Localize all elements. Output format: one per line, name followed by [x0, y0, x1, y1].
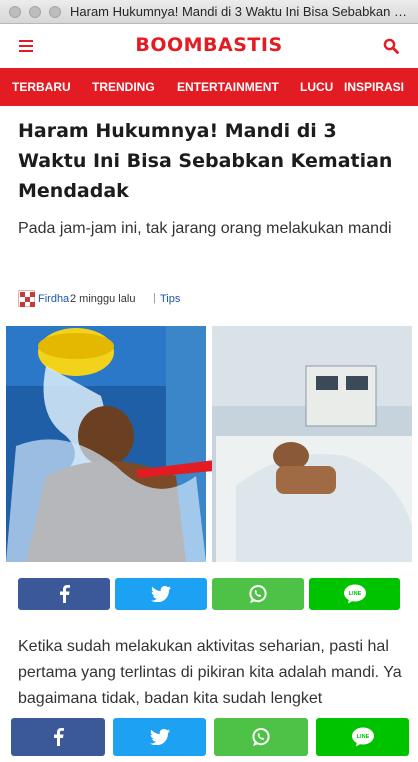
publish-time: 2 minggu lalu	[70, 293, 136, 305]
window-title: Haram Hukumnya! Mandi di 3 Waktu Ini Bis…	[70, 4, 415, 19]
nav-item-entertainment[interactable]: ENTERTAINMENT	[177, 80, 279, 94]
author-avatar[interactable]	[18, 290, 35, 307]
window-titlebar: Haram Hukumnya! Mandi di 3 Waktu Ini Bis…	[0, 0, 418, 24]
whatsapp-icon	[252, 728, 270, 746]
line-icon: LINE	[343, 584, 366, 604]
nav-item-terbaru[interactable]: TERBARU	[12, 80, 71, 94]
site-header: BOOMBASTIS	[0, 24, 418, 68]
search-icon[interactable]	[383, 38, 399, 54]
article-hero-image	[6, 326, 412, 562]
share-twitter-button[interactable]	[115, 578, 207, 610]
share-line-button[interactable]: LINE	[309, 578, 400, 610]
author-link[interactable]: Firdha	[38, 293, 69, 305]
article-title: Haram Hukumnya! Mandi di 3 Waktu Ini Bis…	[18, 120, 393, 202]
meta-separator: |	[153, 292, 156, 304]
sticky-share-line-button[interactable]: LINE	[316, 718, 409, 756]
sticky-share-twitter-button[interactable]	[113, 718, 206, 756]
share-whatsapp-button[interactable]	[212, 578, 304, 610]
site-logo[interactable]: BOOMBASTIS	[0, 34, 418, 56]
sticky-share-facebook-button[interactable]	[11, 718, 105, 756]
zoom-window-button[interactable]	[49, 6, 61, 18]
twitter-icon	[149, 729, 170, 745]
sticky-share-whatsapp-button[interactable]	[214, 718, 308, 756]
nav-item-inspirasi[interactable]: INSPIRASI	[344, 80, 404, 94]
category-nav: TERBARU TRENDING ENTERTAINMENT LUCU INSP…	[0, 68, 418, 106]
close-window-button[interactable]	[9, 6, 21, 18]
facebook-icon	[60, 585, 70, 603]
share-facebook-button[interactable]	[18, 578, 110, 610]
svg-text:LINE: LINE	[356, 734, 369, 740]
nav-item-trending[interactable]: TRENDING	[92, 80, 155, 94]
line-icon: LINE	[351, 727, 374, 747]
nav-item-lucu[interactable]: LUCU	[300, 80, 333, 94]
article-lead: Pada jam-jam ini, tak jarang orang melak…	[18, 220, 392, 237]
whatsapp-icon	[249, 585, 267, 603]
sticky-share-bar: LINE	[0, 712, 418, 762]
facebook-icon	[54, 728, 64, 746]
category-link[interactable]: Tips	[160, 293, 180, 305]
svg-text:LINE: LINE	[348, 591, 361, 597]
twitter-icon	[151, 586, 171, 602]
article-body: Ketika sudah melakukan aktivitas seharia…	[18, 638, 402, 707]
minimize-window-button[interactable]	[29, 6, 41, 18]
